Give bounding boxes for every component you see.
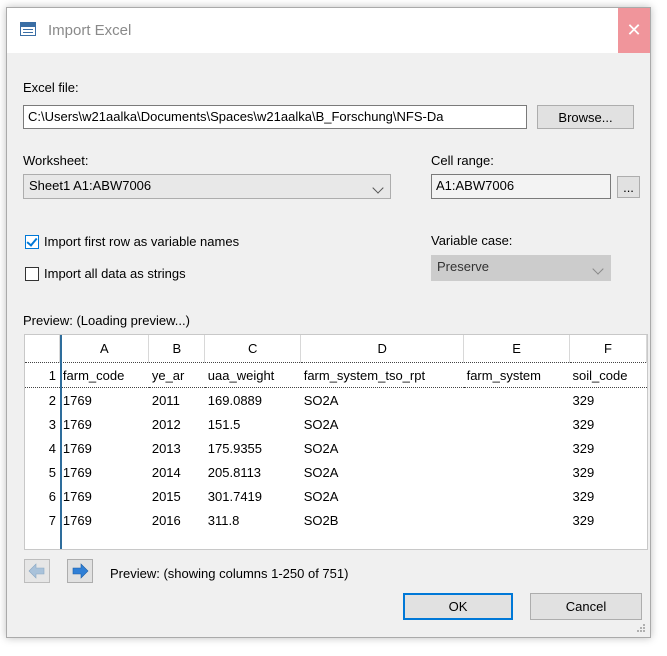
table-cell: 175.9355 xyxy=(207,440,263,456)
table-cell: 1769 xyxy=(62,488,92,504)
table-cell: 329 xyxy=(572,440,595,456)
table-cell: farm_system xyxy=(463,362,570,388)
table-cell: 329 xyxy=(572,488,595,504)
ok-button[interactable]: OK xyxy=(403,593,513,620)
table-row: 2 1769 2011 169.0889 SO2A 329 xyxy=(25,388,647,413)
table-row: 5 1769 2014 205.8113 SO2A 329 xyxy=(25,460,647,484)
table-cell: SO2A xyxy=(303,416,339,432)
arrow-right-icon xyxy=(72,563,89,579)
cell-range-input[interactable]: A1:ABW7006 xyxy=(431,174,611,199)
table-cell: 2012 xyxy=(151,416,181,432)
table-cell: 311.8 xyxy=(207,512,240,528)
column-header[interactable]: C xyxy=(204,335,302,363)
table-cell: farm_system_tso_rpt xyxy=(300,362,464,388)
row-number: 1 xyxy=(25,362,60,388)
first-row-checkbox[interactable] xyxy=(25,235,39,249)
table-cell: 2011 xyxy=(151,392,180,408)
table-cell xyxy=(464,412,570,436)
chevron-down-icon xyxy=(592,263,604,275)
close-icon[interactable]: ✕ xyxy=(618,8,650,53)
worksheet-label: Worksheet: xyxy=(23,153,89,168)
column-header[interactable]: F xyxy=(569,335,647,363)
table-row: 1 farm_code ye_ar uaa_weight farm_system… xyxy=(25,362,647,388)
table-row: 4 1769 2013 175.9355 SO2A 329 xyxy=(25,436,647,460)
table-cell: farm_code xyxy=(59,362,149,388)
preview-header-row: A B C D E F xyxy=(25,335,647,363)
table-cell: 1769 xyxy=(62,392,92,408)
preview-status: Preview: (showing columns 1-250 of 751) xyxy=(110,566,349,581)
table-cell: 301.7419 xyxy=(207,488,263,504)
row-number: 7 xyxy=(48,512,56,528)
excel-file-label: Excel file: xyxy=(23,80,79,95)
table-cell: 1769 xyxy=(62,440,92,456)
table-cell xyxy=(464,484,570,508)
first-row-label[interactable]: Import first row as variable names xyxy=(44,234,239,249)
table-cell: ye_ar xyxy=(148,362,205,388)
table-cell xyxy=(464,460,570,484)
window-title: Import Excel xyxy=(48,22,132,39)
resize-grip[interactable] xyxy=(635,622,647,634)
table-cell: 1769 xyxy=(62,464,92,480)
table-cell: SO2A xyxy=(303,392,339,408)
import-excel-dialog: Import Excel ✕ Excel file: C:\Users\w21a… xyxy=(6,7,651,638)
table-cell: 151.5 xyxy=(207,416,241,432)
table-cell: uaa_weight xyxy=(204,362,301,388)
row-number: 5 xyxy=(48,464,56,480)
table-cell xyxy=(464,388,570,413)
variable-case-label: Variable case: xyxy=(431,233,513,248)
table-cell: 2014 xyxy=(151,464,181,480)
table-cell: 329 xyxy=(572,464,595,480)
cell-range-label: Cell range: xyxy=(431,153,494,168)
row-number-header xyxy=(25,335,61,363)
cell-range-picker-button[interactable]: ... xyxy=(617,176,640,198)
strings-checkbox[interactable] xyxy=(25,267,39,281)
table-cell: 205.8113 xyxy=(207,464,262,480)
browse-button[interactable]: Browse... xyxy=(537,105,634,129)
column-header[interactable]: D xyxy=(300,335,465,363)
worksheet-value: Sheet1 A1:ABW7006 xyxy=(29,178,152,193)
table-cell: 329 xyxy=(572,512,595,528)
table-cell: 2015 xyxy=(151,488,181,504)
preview-label: Preview: (Loading preview...) xyxy=(23,313,190,328)
table-row: 6 1769 2015 301.7419 SO2A 329 xyxy=(25,484,647,508)
table-cell: 2016 xyxy=(151,512,181,528)
table-cell: 1769 xyxy=(62,512,92,528)
worksheet-select[interactable]: Sheet1 A1:ABW7006 xyxy=(23,174,391,199)
table-cell: 329 xyxy=(572,416,595,432)
column-header[interactable]: B xyxy=(148,335,206,363)
cancel-button[interactable]: Cancel xyxy=(530,593,642,620)
column-header[interactable]: A xyxy=(59,335,150,363)
row-number: 4 xyxy=(48,440,56,456)
variable-case-select: Preserve xyxy=(431,255,611,281)
strings-label[interactable]: Import all data as strings xyxy=(44,266,186,281)
row-number: 3 xyxy=(48,416,56,432)
spreadsheet-icon xyxy=(20,22,36,36)
table-cell: 1769 xyxy=(62,416,92,432)
table-row: 3 1769 2012 151.5 SO2A 329 xyxy=(25,412,647,436)
next-columns-button[interactable] xyxy=(67,559,93,583)
table-cell: 169.0889 xyxy=(207,392,263,408)
row-number: 2 xyxy=(48,392,56,408)
table-cell: SO2A xyxy=(303,488,339,504)
excel-file-path-input[interactable]: C:\Users\w21aalka\Documents\Spaces\w21aa… xyxy=(23,105,527,129)
table-cell: SO2B xyxy=(303,512,339,528)
table-cell: SO2A xyxy=(303,464,339,480)
table-cell: SO2A xyxy=(303,440,339,456)
variable-case-value: Preserve xyxy=(437,259,490,274)
table-cell xyxy=(464,436,570,460)
table-cell: 2013 xyxy=(151,440,181,456)
row-header-divider xyxy=(60,335,62,549)
table-cell xyxy=(464,508,570,532)
table-cell: 329 xyxy=(572,392,595,408)
title-bar: Import Excel ✕ xyxy=(7,8,650,53)
row-number: 6 xyxy=(48,488,56,504)
preview-table: A B C D E F 1 farm_code ye_ar uaa_weight… xyxy=(25,335,647,532)
arrow-left-icon xyxy=(28,563,45,579)
table-cell: soil_code xyxy=(569,362,647,388)
previous-columns-button xyxy=(24,559,50,583)
column-header[interactable]: E xyxy=(463,335,570,363)
table-row: 7 1769 2016 311.8 SO2B 329 xyxy=(25,508,647,532)
preview-grid[interactable]: A B C D E F 1 farm_code ye_ar uaa_weight… xyxy=(24,334,648,550)
chevron-down-icon xyxy=(372,182,384,194)
